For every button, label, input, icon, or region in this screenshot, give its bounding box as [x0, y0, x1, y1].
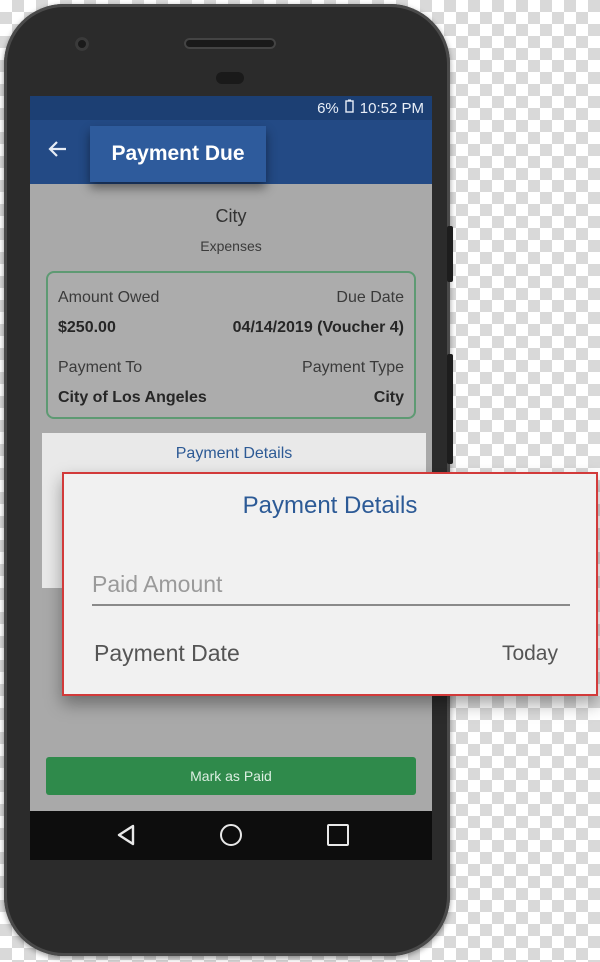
payment-summary-card: Amount Owed Due Date $250.00 04/14/2019 … [46, 271, 416, 419]
arrow-left-icon [48, 141, 66, 157]
payment-date-value[interactable]: Today [502, 642, 558, 666]
payment-to-value: City of Los Angeles [58, 389, 207, 406]
nav-recents-button[interactable] [327, 824, 349, 846]
category-title: City [215, 206, 247, 226]
battery-level: 6% [317, 99, 339, 117]
payment-details-heading: Payment Details [175, 445, 293, 462]
payment-date-label: Payment Date [94, 640, 240, 666]
mark-as-paid-button[interactable]: Mark as Paid [46, 757, 416, 795]
app-bar: Payment Due [30, 120, 432, 184]
battery-icon [345, 99, 354, 117]
payment-type-value: City [373, 389, 404, 406]
page-title: Payment Due [90, 126, 266, 182]
triangle-back-icon [117, 824, 135, 846]
front-camera [75, 37, 89, 51]
earpiece-speaker [184, 38, 276, 49]
category-subtitle: Expenses [200, 238, 262, 254]
payment-details-callout: Payment Details Payment Date Today [62, 472, 598, 696]
payment-type-label: Payment Type [302, 359, 404, 376]
status-bar: 6% 10:52 PM [30, 96, 432, 120]
payment-to-label: Payment To [58, 359, 143, 376]
volume-button [447, 226, 453, 282]
power-button [447, 354, 453, 464]
nav-back-button[interactable] [114, 823, 138, 852]
due-date-value: 04/14/2019 (Voucher 4) [232, 319, 404, 336]
android-nav-bar [30, 811, 432, 860]
callout-title: Payment Details [242, 492, 418, 519]
amount-owed-value: $250.00 [58, 319, 116, 336]
clock: 10:52 PM [359, 99, 424, 117]
paid-amount-input[interactable] [92, 564, 570, 606]
back-button[interactable] [44, 138, 72, 166]
nav-home-button[interactable] [220, 824, 242, 846]
proximity-sensor [216, 72, 244, 84]
due-date-label: Due Date [336, 289, 404, 306]
amount-owed-label: Amount Owed [58, 289, 160, 306]
